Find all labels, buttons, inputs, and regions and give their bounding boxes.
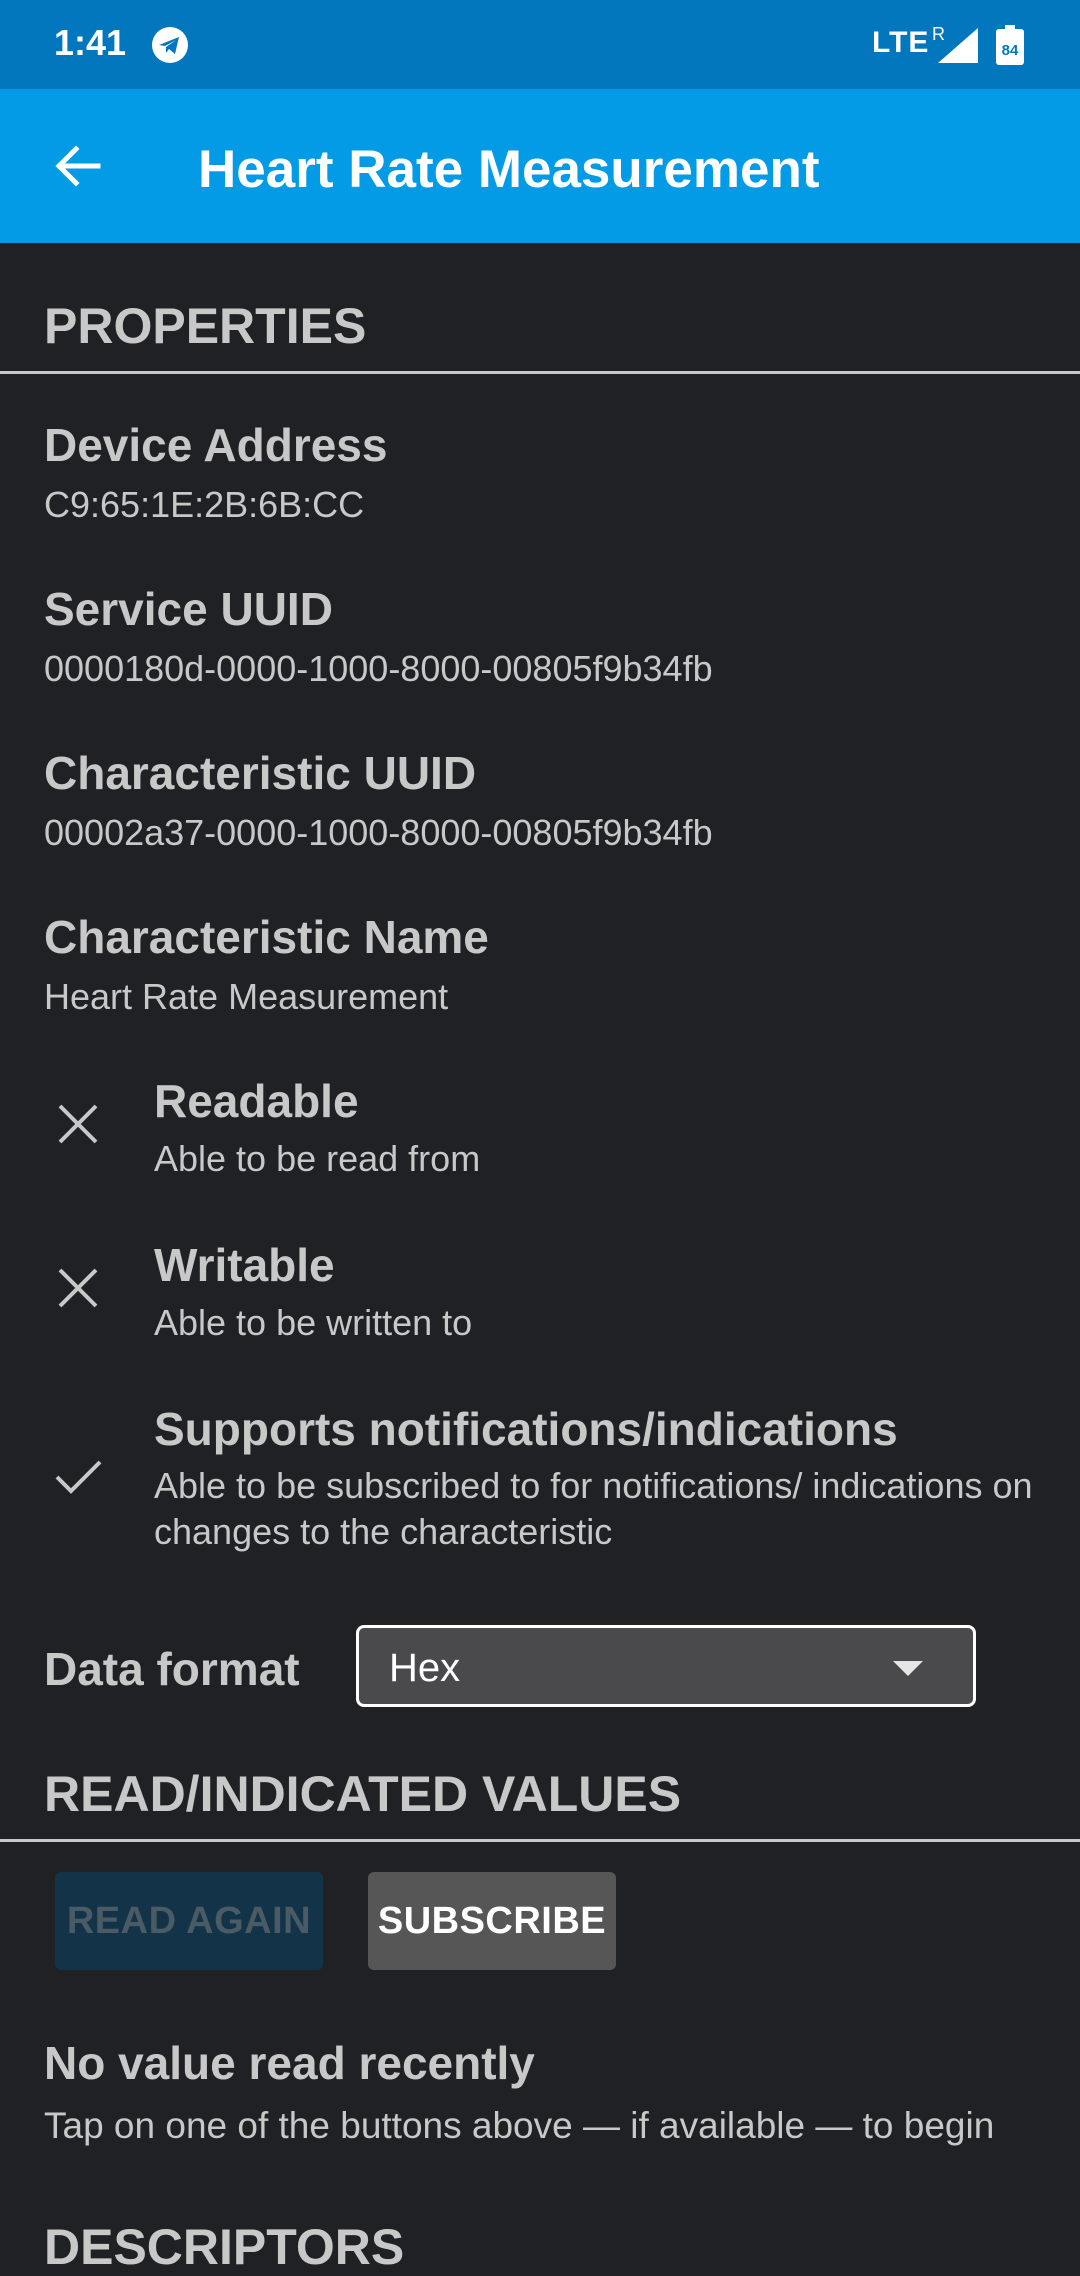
empty-state-desc: Tap on one of the buttons above — if ava…: [44, 2105, 995, 2146]
values-header: READ/INDICATED VALUES: [44, 1766, 682, 1822]
notifications-title: Supports notifications/indications: [154, 1403, 898, 1455]
status-bar: 1:41 LTE R 84: [0, 0, 1080, 89]
notifications-desc: Able to be subscribed to for notificatio…: [154, 1465, 1033, 1552]
dropdown-arrow-icon: [893, 1661, 923, 1676]
data-format-value: Hex: [389, 1646, 461, 1690]
device-address-value: C9:65:1E:2B:6B:CC: [44, 484, 365, 525]
properties-header: PROPERTIES: [44, 298, 367, 354]
device-address-label: Device Address: [44, 419, 388, 471]
writable-title: Writable: [154, 1239, 335, 1291]
app-bar: Heart Rate Measurement: [0, 89, 1080, 243]
empty-state-title: No value read recently: [44, 2037, 535, 2089]
characteristic-uuid-label: Characteristic UUID: [44, 747, 477, 799]
properties-divider: [0, 371, 1080, 374]
network-type: LTE: [872, 26, 930, 59]
readable-title: Readable: [154, 1075, 359, 1127]
data-format-label: Data format: [44, 1643, 300, 1695]
status-time: 1:41: [54, 22, 127, 63]
descriptors-header: DESCRIPTORS: [44, 2219, 405, 2275]
characteristic-name-value: Heart Rate Measurement: [44, 976, 449, 1017]
telegram-icon: [152, 27, 188, 63]
writable-desc: Able to be written to: [154, 1302, 473, 1343]
service-uuid-value: 0000180d-0000-1000-8000-00805f9b34fb: [44, 648, 713, 689]
subscribe-button[interactable]: SUBSCRIBE: [368, 1872, 616, 1970]
check-icon: [55, 1460, 102, 1494]
values-divider: [0, 1839, 1080, 1842]
read-again-button[interactable]: READ AGAIN: [55, 1872, 323, 1970]
characteristic-uuid-value: 00002a37-0000-1000-8000-00805f9b34fb: [44, 812, 713, 853]
close-icon: [58, 1268, 98, 1308]
signal-icon: [938, 28, 978, 63]
close-icon: [58, 1104, 98, 1144]
data-format-select[interactable]: Hex: [356, 1625, 976, 1707]
battery-level: 84: [1002, 42, 1019, 59]
characteristic-name-label: Characteristic Name: [44, 911, 489, 963]
page-title: Heart Rate Measurement: [198, 140, 820, 199]
readable-desc: Able to be read from: [154, 1138, 481, 1179]
arrow-left-icon[interactable]: [50, 139, 104, 193]
battery-icon: 84: [996, 25, 1024, 65]
service-uuid-label: Service UUID: [44, 583, 333, 635]
